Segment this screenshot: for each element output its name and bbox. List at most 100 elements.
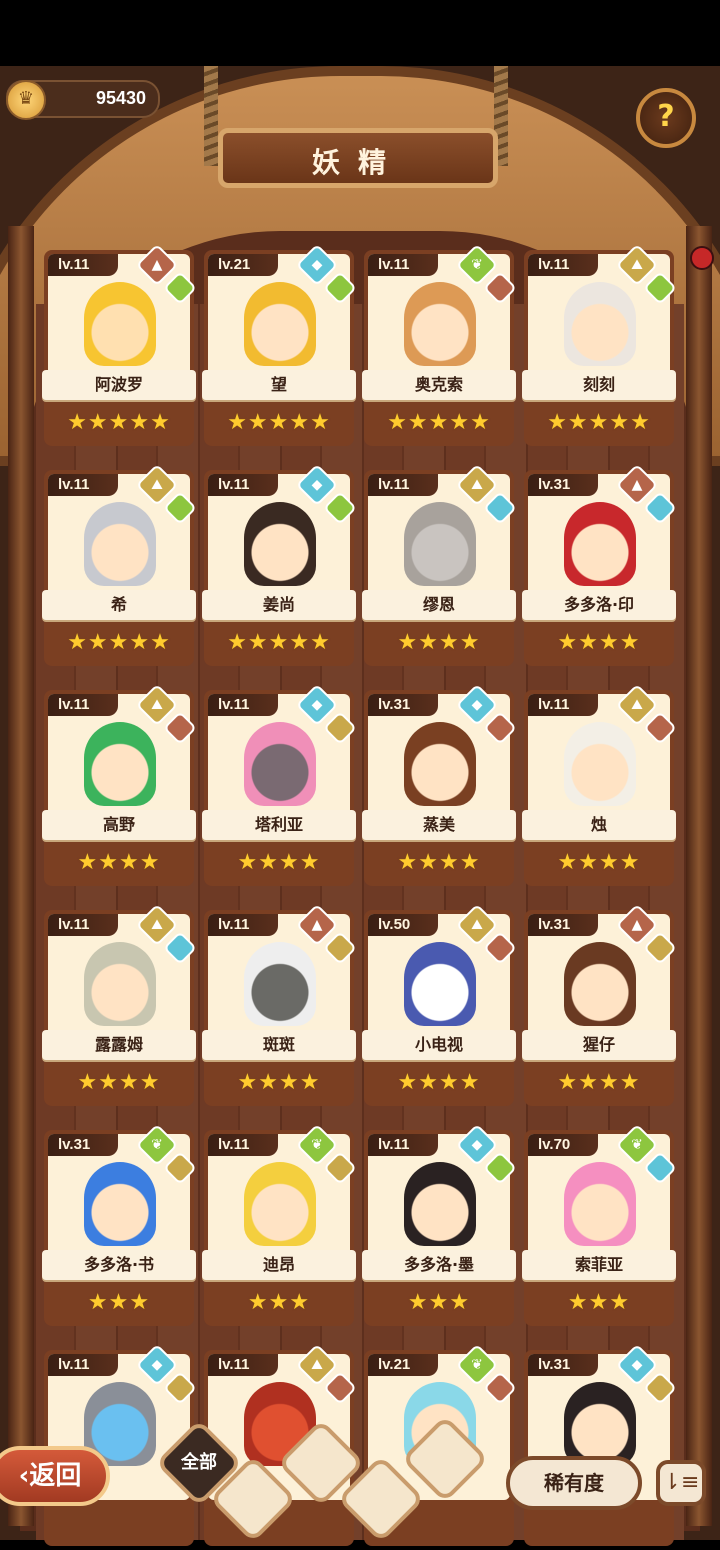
- level-badge: lv.11: [48, 1354, 118, 1376]
- fairy-card[interactable]: lv.70 ❦ 索菲亚 ★★★: [520, 1123, 678, 1330]
- element-glyph: ▲: [631, 917, 643, 933]
- fairy-card[interactable]: lv.11 ◆ 姜尚 ★★★★★: [200, 463, 358, 670]
- filter-all-label: 全部: [181, 1452, 217, 1473]
- coin-counter: ♛ 95430: [6, 80, 160, 120]
- fairy-card[interactable]: lv.11 ⛰ 高野 ★★★★: [40, 683, 198, 890]
- fairy-portrait: [404, 502, 476, 586]
- fairy-card[interactable]: lv.21 ◆ 望 ★★★★★: [200, 243, 358, 450]
- fairy-name: 阿波罗: [42, 370, 196, 400]
- element-glyph: ⛰: [311, 1357, 323, 1373]
- star-rating: ★★★★★: [67, 410, 171, 435]
- fairy-name: 姜尚: [202, 590, 356, 620]
- fairy-card[interactable]: lv.50 ⛰ 小电视 ★★★★: [360, 903, 518, 1110]
- fairy-card[interactable]: lv.31 ❦ 多多洛·书 ★★★: [40, 1123, 198, 1330]
- star-rating: ★★★: [247, 1290, 311, 1315]
- fairy-portrait: [244, 502, 316, 586]
- level-badge: lv.11: [208, 914, 278, 936]
- fairy-name: 塔利亚: [202, 810, 356, 840]
- fairy-card[interactable]: lv.31 ▲ 多多洛·印 ★★★★: [520, 463, 678, 670]
- element-glyph: ◆: [311, 477, 323, 493]
- fairy-card[interactable]: lv.11 ❦ 奥克索 ★★★★★: [360, 243, 518, 450]
- fairy-name: 露露姆: [42, 1030, 196, 1060]
- element-glyph: ❦: [631, 1137, 643, 1153]
- title-board: 妖精: [218, 128, 498, 188]
- sort-icon: ⇂≡: [662, 1470, 700, 1495]
- star-rating: ★★★★: [77, 850, 161, 875]
- element-glyph: ▲: [151, 257, 163, 273]
- coin-icon: ♛: [6, 80, 46, 120]
- fairy-portrait: [84, 722, 156, 806]
- rope-left: [204, 66, 218, 166]
- bottom-bar: ‹返回 全部 稀有度 ⇂≡: [0, 1415, 720, 1543]
- star-rating: ★★★★: [557, 850, 641, 875]
- level-badge: lv.11: [208, 1134, 278, 1156]
- ladybug-icon: [690, 246, 714, 270]
- fairy-card[interactable]: lv.11 ◆ 塔利亚 ★★★★: [200, 683, 358, 890]
- fairy-portrait: [244, 942, 316, 1026]
- fairy-portrait: [244, 282, 316, 366]
- fairy-portrait: [84, 1162, 156, 1246]
- right-pole: [686, 226, 712, 1526]
- element-glyph: ◆: [471, 697, 483, 713]
- fairy-grid: lv.11 ▲ 阿波罗 ★★★★★ lv.21 ◆ 望 ★★★★★ lv.11 ❦ 奥克索 ★★★★★…: [38, 238, 686, 1546]
- level-badge: lv.31: [48, 1134, 118, 1156]
- fairy-name: 多多洛·墨: [362, 1250, 516, 1280]
- star-rating: ★★★★★: [227, 630, 331, 655]
- fairy-card[interactable]: lv.31 ◆ 蒸美 ★★★★: [360, 683, 518, 890]
- level-badge: lv.11: [208, 474, 278, 496]
- fairy-name: 刻刻: [522, 370, 676, 400]
- fairy-portrait: [84, 942, 156, 1026]
- element-glyph: ◆: [311, 697, 323, 713]
- level-badge: lv.11: [368, 474, 438, 496]
- fairy-card[interactable]: lv.11 ❦ 迪昂 ★★★: [200, 1123, 358, 1330]
- star-rating: ★★★★: [397, 850, 481, 875]
- level-badge: lv.11: [48, 694, 118, 716]
- level-badge: lv.11: [208, 694, 278, 716]
- fairy-card[interactable]: lv.11 ⛰ 露露姆 ★★★★: [40, 903, 198, 1110]
- level-badge: lv.21: [368, 1354, 438, 1376]
- fairy-card[interactable]: lv.31 ▲ 猩仔 ★★★★: [520, 903, 678, 1110]
- fairy-card[interactable]: lv.11 ⛰ 希 ★★★★★: [40, 463, 198, 670]
- fairy-card[interactable]: lv.11 ⛰ 刻刻 ★★★★★: [520, 243, 678, 450]
- fairy-portrait: [404, 942, 476, 1026]
- fairy-portrait: [404, 1162, 476, 1246]
- fairy-card[interactable]: lv.11 ◆ 多多洛·墨 ★★★: [360, 1123, 518, 1330]
- fairy-portrait: [404, 722, 476, 806]
- fairy-card[interactable]: lv.11 ⛰ 烛 ★★★★: [520, 683, 678, 890]
- element-glyph: ◆: [631, 1357, 643, 1373]
- fairy-name: 烛: [522, 810, 676, 840]
- element-glyph: ⛰: [151, 477, 163, 493]
- coin-value: 95430: [95, 88, 146, 108]
- page-title: 妖精: [311, 146, 404, 179]
- fairy-name: 猩仔: [522, 1030, 676, 1060]
- fairy-card[interactable]: lv.11 ▲ 阿波罗 ★★★★★: [40, 243, 198, 450]
- fairy-name: 高野: [42, 810, 196, 840]
- fairy-name: 蒸美: [362, 810, 516, 840]
- fairy-portrait: [244, 1162, 316, 1246]
- level-badge: lv.70: [528, 1134, 598, 1156]
- sort-order-button[interactable]: ⇂≡: [656, 1460, 706, 1506]
- fairy-card[interactable]: lv.11 ▲ 斑斑 ★★★★: [200, 903, 358, 1110]
- element-glyph: ⛰: [151, 917, 163, 933]
- level-badge: lv.11: [48, 474, 118, 496]
- element-glyph: ❦: [311, 1137, 323, 1153]
- help-button[interactable]: ?: [636, 88, 696, 148]
- element-glyph: ◆: [151, 1357, 163, 1373]
- back-label: ‹返回: [18, 1461, 82, 1491]
- element-glyph: ▲: [311, 917, 323, 933]
- level-badge: lv.11: [528, 254, 598, 276]
- level-badge: lv.21: [208, 254, 278, 276]
- star-rating: ★★★★★: [387, 410, 491, 435]
- fairy-name: 迪昂: [202, 1250, 356, 1280]
- star-rating: ★★★: [567, 1290, 631, 1315]
- fairy-name: 多多洛·书: [42, 1250, 196, 1280]
- back-button[interactable]: ‹返回: [0, 1446, 110, 1506]
- rarity-label: 稀有度: [544, 1471, 604, 1495]
- fairy-portrait: [564, 942, 636, 1026]
- fairy-portrait: [564, 502, 636, 586]
- rarity-sort-button[interactable]: 稀有度: [506, 1456, 642, 1510]
- fairy-card[interactable]: lv.11 ⛰ 缪恩 ★★★★: [360, 463, 518, 670]
- star-rating: ★★★★: [557, 630, 641, 655]
- star-rating: ★★★★: [397, 630, 481, 655]
- element-glyph: ⛰: [631, 257, 643, 273]
